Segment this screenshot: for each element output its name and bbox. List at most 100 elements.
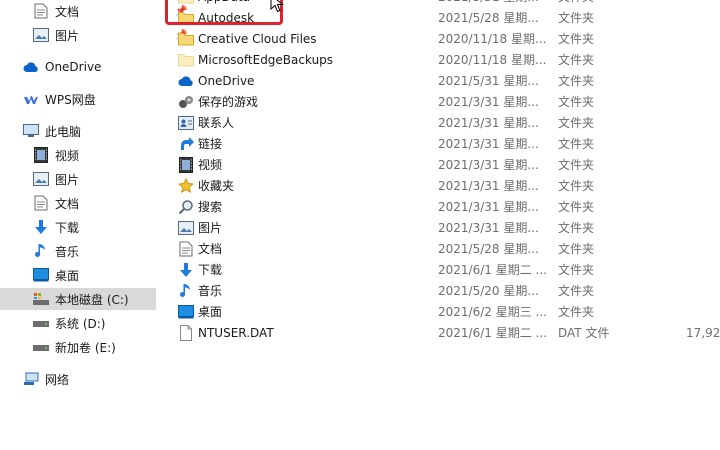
- folder-icon: [178, 31, 194, 47]
- file-date: 2021/3/31 星期...: [438, 158, 539, 172]
- file-name: Creative Cloud Files: [198, 31, 317, 46]
- cloud-icon: [23, 59, 39, 75]
- file-type: 文件夹: [558, 158, 595, 172]
- navigation-pane: 文档 📌 图片 📌 OneDrive WPS网盘 此电脑 视频: [0, 0, 187, 450]
- sidebar-item-wps[interactable]: WPS网盘: [23, 88, 96, 110]
- file-type: DAT 文件: [558, 326, 610, 340]
- file-type: 文件夹: [558, 263, 595, 277]
- documents-icon: [178, 241, 194, 257]
- file-row[interactable]: 桌面 2021/6/2 星期三 ... 文件夹: [165, 301, 720, 322]
- file-name: 视频: [198, 158, 223, 172]
- contacts-icon: [178, 115, 194, 131]
- folder-faded-icon: [178, 0, 194, 5]
- desktop-icon: [33, 267, 49, 283]
- file-row[interactable]: 下载 2021/6/1 星期二 ... 文件夹: [165, 259, 720, 280]
- file-size: 17,920: [686, 325, 720, 340]
- file-type: 文件夹: [558, 116, 595, 130]
- system-drive-icon: [33, 291, 49, 307]
- sidebar-item-onedrive[interactable]: OneDrive: [23, 56, 101, 78]
- pictures-icon: [178, 220, 194, 236]
- saved-games-icon: [178, 94, 194, 110]
- computer-icon: [23, 123, 39, 139]
- download-icon: [178, 262, 194, 278]
- file-type: 文件夹: [558, 305, 595, 319]
- sidebar-item-pictures[interactable]: 图片: [33, 168, 79, 190]
- download-icon: [33, 219, 49, 235]
- file-name: 链接: [198, 137, 223, 151]
- file-row[interactable]: NTUSER.DAT 2021/6/1 星期二 ... DAT 文件 17,920: [165, 322, 720, 343]
- sidebar-item-desktop[interactable]: 桌面: [33, 264, 79, 286]
- file-name: MicrosoftEdgeBackups: [198, 52, 334, 67]
- file-type: 文件夹: [558, 32, 595, 46]
- sidebar-item-drive-d[interactable]: 系统 (D:): [33, 312, 105, 334]
- file-name: 联系人: [198, 116, 235, 130]
- file-name: 搜索: [198, 200, 223, 214]
- file-name: 收藏夹: [198, 179, 235, 193]
- file-date: 2021/3/31 星期...: [438, 116, 539, 130]
- file-date: 2021/3/31 星期...: [438, 137, 539, 151]
- file-type: 文件夹: [558, 0, 594, 5]
- file-date: 2021/3/31 星期...: [438, 221, 539, 235]
- file-row[interactable]: 保存的游戏 2021/3/31 星期... 文件夹: [165, 91, 720, 112]
- pictures-icon: [33, 171, 49, 187]
- documents-icon: [33, 195, 49, 211]
- file-date: 2021/5/31 星期...: [438, 0, 539, 5]
- file-row[interactable]: AppData 2021/5/31 星期... 文件夹: [165, 0, 720, 7]
- file-date: 2021/3/31 星期...: [438, 95, 539, 109]
- pictures-icon: [33, 27, 49, 43]
- file-type: 文件夹: [558, 137, 595, 151]
- file-row[interactable]: OneDrive 2021/5/31 星期... 文件夹: [165, 70, 720, 91]
- music-icon: [178, 283, 194, 299]
- file-date: 2020/11/18 星期...: [438, 53, 547, 67]
- file-row[interactable]: 搜索 2021/3/31 星期... 文件夹: [165, 196, 720, 217]
- file-name: OneDrive: [198, 73, 255, 88]
- sidebar-item-downloads[interactable]: 下载: [33, 216, 79, 238]
- file-row[interactable]: 文档 2021/5/28 星期... 文件夹: [165, 238, 720, 259]
- cloud-icon: [178, 73, 194, 89]
- sidebar-item-drive-e[interactable]: 新加卷 (E:): [33, 336, 116, 358]
- file-icon: [178, 324, 194, 341]
- file-date: 2021/6/2 星期三 ...: [438, 305, 547, 319]
- file-type: 文件夹: [558, 200, 595, 214]
- file-name: Autodesk: [198, 10, 255, 25]
- sidebar-item-videos[interactable]: 视频: [33, 144, 79, 166]
- folder-faded-icon: [178, 52, 194, 68]
- wps-cloud-icon: [23, 91, 39, 107]
- file-row[interactable]: MicrosoftEdgeBackups 2020/11/18 星期... 文件夹: [165, 49, 720, 70]
- file-row[interactable]: 收藏夹 2021/3/31 星期... 文件夹: [165, 175, 720, 196]
- drive-icon: [33, 315, 49, 331]
- file-row[interactable]: Autodesk 2021/5/28 星期... 文件夹: [165, 7, 720, 28]
- desktop-icon: [178, 304, 194, 320]
- sidebar-item-network[interactable]: 网络: [23, 368, 69, 390]
- file-name: 保存的游戏: [198, 95, 259, 109]
- file-type: 文件夹: [558, 284, 595, 298]
- file-type: 文件夹: [558, 242, 595, 256]
- network-icon: [23, 371, 39, 387]
- file-row[interactable]: 图片 2021/3/31 星期... 文件夹: [165, 217, 720, 238]
- sidebar-item-drive-c[interactable]: 本地磁盘 (C:): [0, 288, 156, 310]
- file-name: 音乐: [198, 284, 223, 298]
- file-row[interactable]: 联系人 2021/3/31 星期... 文件夹: [165, 112, 720, 133]
- file-row[interactable]: Creative Cloud Files 2020/11/18 星期... 文件夹: [165, 28, 720, 49]
- file-name: 下载: [198, 263, 223, 277]
- sidebar-item-this-pc[interactable]: 此电脑: [23, 120, 81, 142]
- file-type: 文件夹: [558, 221, 595, 235]
- file-row[interactable]: 视频 2021/3/31 星期... 文件夹: [165, 154, 720, 175]
- link-icon: [178, 136, 194, 152]
- sidebar-item-music[interactable]: 音乐: [33, 240, 79, 262]
- video-icon: [33, 147, 49, 163]
- file-date: 2021/5/31 星期...: [438, 74, 539, 88]
- file-name: 文档: [198, 242, 223, 256]
- search-icon: [178, 199, 194, 215]
- sidebar-item-documents[interactable]: 文档: [33, 192, 79, 214]
- file-row[interactable]: 音乐 2021/5/20 星期... 文件夹: [165, 280, 720, 301]
- star-icon: [178, 177, 194, 194]
- quick-access-documents[interactable]: 文档 📌: [33, 0, 187, 22]
- quick-access-pictures[interactable]: 图片 📌: [33, 24, 187, 46]
- mouse-cursor-icon: [270, 0, 286, 17]
- file-date: 2021/6/1 星期二 ...: [438, 326, 547, 340]
- file-date: 2021/6/1 星期二 ...: [438, 263, 547, 277]
- file-date: 2021/5/28 星期...: [438, 11, 539, 25]
- file-list: AppData 2021/5/31 星期... 文件夹 Autodesk 2021/5/…: [165, 0, 720, 450]
- file-row[interactable]: 链接 2021/3/31 星期... 文件夹: [165, 133, 720, 154]
